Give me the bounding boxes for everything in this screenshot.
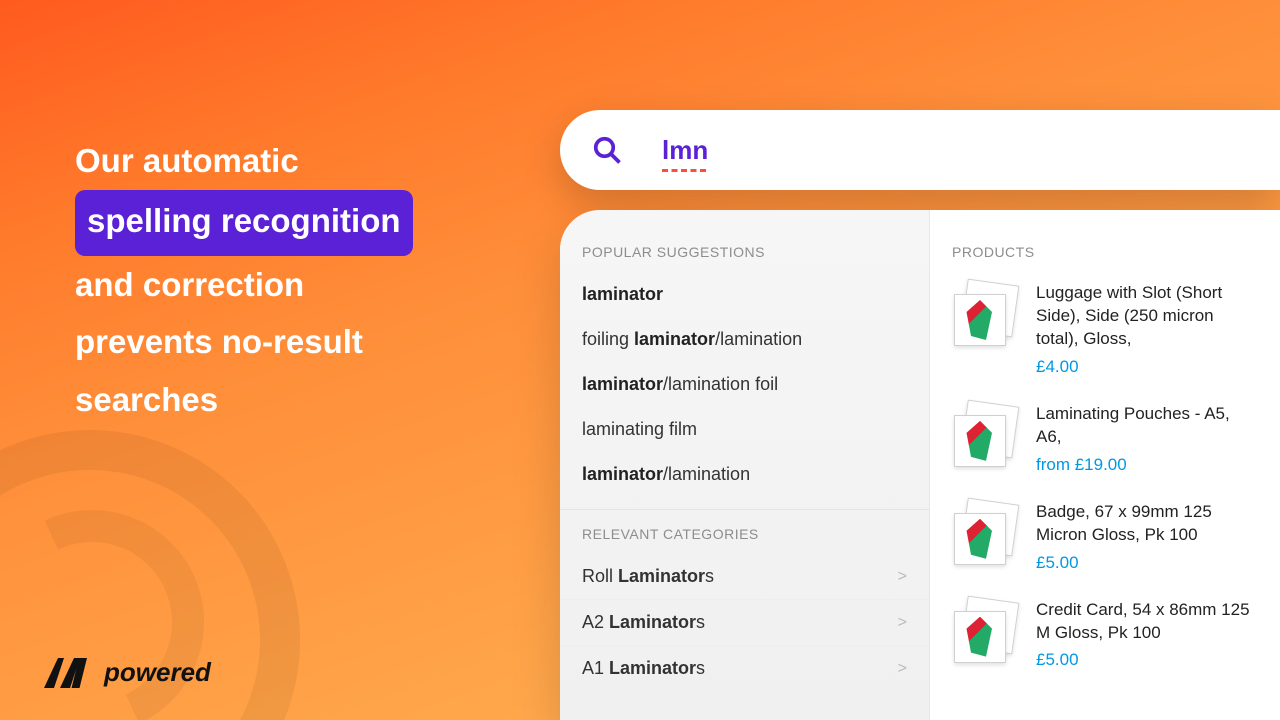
dropdown-left-column: POPULAR SUGGESTIONS laminator foiling la…	[560, 210, 930, 720]
product-thumbnail	[952, 599, 1018, 665]
suggestions-header: POPULAR SUGGESTIONS	[560, 238, 929, 272]
ai-powered-text: powered	[104, 657, 211, 688]
product-item[interactable]: Laminating Pouches - A5, A6, from £19.00	[930, 393, 1280, 491]
product-title: Laminating Pouches - A5, A6,	[1036, 403, 1258, 449]
product-thumbnail	[952, 501, 1018, 567]
ai-logo-icon	[40, 654, 94, 690]
hero-line1: Our automatic	[75, 132, 515, 190]
search-bar[interactable]: lmn	[560, 110, 1280, 190]
product-price: £5.00	[1036, 650, 1258, 670]
category-item[interactable]: Roll Laminators >	[560, 554, 929, 600]
product-title: Badge, 67 x 99mm 125 Micron Gloss, Pk 10…	[1036, 501, 1258, 547]
product-price: £4.00	[1036, 357, 1258, 377]
hero-highlight: spelling recognition	[75, 190, 413, 256]
product-thumbnail	[952, 282, 1018, 348]
product-thumbnail	[952, 403, 1018, 469]
suggestion-item[interactable]: laminator/lamination	[560, 452, 929, 497]
category-item[interactable]: A2 Laminators >	[560, 600, 929, 646]
suggestion-item[interactable]: laminating film	[560, 407, 929, 452]
suggestion-item[interactable]: laminator/lamination foil	[560, 362, 929, 407]
hero-line3: and correction	[75, 256, 515, 314]
suggestion-item[interactable]: foiling laminator/lamination	[560, 317, 929, 362]
product-item[interactable]: Luggage with Slot (Short Side), Side (25…	[930, 272, 1280, 393]
search-dropdown: POPULAR SUGGESTIONS laminator foiling la…	[560, 210, 1280, 720]
chevron-right-icon: >	[898, 614, 907, 632]
product-item[interactable]: Badge, 67 x 99mm 125 Micron Gloss, Pk 10…	[930, 491, 1280, 589]
hero-line4: prevents no-result	[75, 313, 515, 371]
chevron-right-icon: >	[898, 660, 907, 678]
product-title: Luggage with Slot (Short Side), Side (25…	[1036, 282, 1258, 351]
hero-line5: searches	[75, 371, 515, 429]
search-input[interactable]: lmn	[662, 135, 708, 166]
categories-header: RELEVANT CATEGORIES	[560, 520, 929, 554]
divider	[560, 509, 929, 510]
ai-powered-badge: powered	[40, 654, 211, 690]
product-title: Credit Card, 54 x 86mm 125 M Gloss, Pk 1…	[1036, 599, 1258, 645]
suggestion-item[interactable]: laminator	[560, 272, 929, 317]
product-price: £5.00	[1036, 553, 1258, 573]
product-item[interactable]: Credit Card, 54 x 86mm 125 M Gloss, Pk 1…	[930, 589, 1280, 687]
dropdown-right-column: PRODUCTS Luggage with Slot (Short Side),…	[930, 210, 1280, 720]
product-price: from £19.00	[1036, 455, 1258, 475]
search-icon	[592, 135, 622, 165]
hero-heading: Our automatic spelling recognition and c…	[75, 132, 515, 429]
chevron-right-icon: >	[898, 568, 907, 586]
category-item[interactable]: A1 Laminators >	[560, 646, 929, 691]
products-header: PRODUCTS	[930, 238, 1280, 272]
